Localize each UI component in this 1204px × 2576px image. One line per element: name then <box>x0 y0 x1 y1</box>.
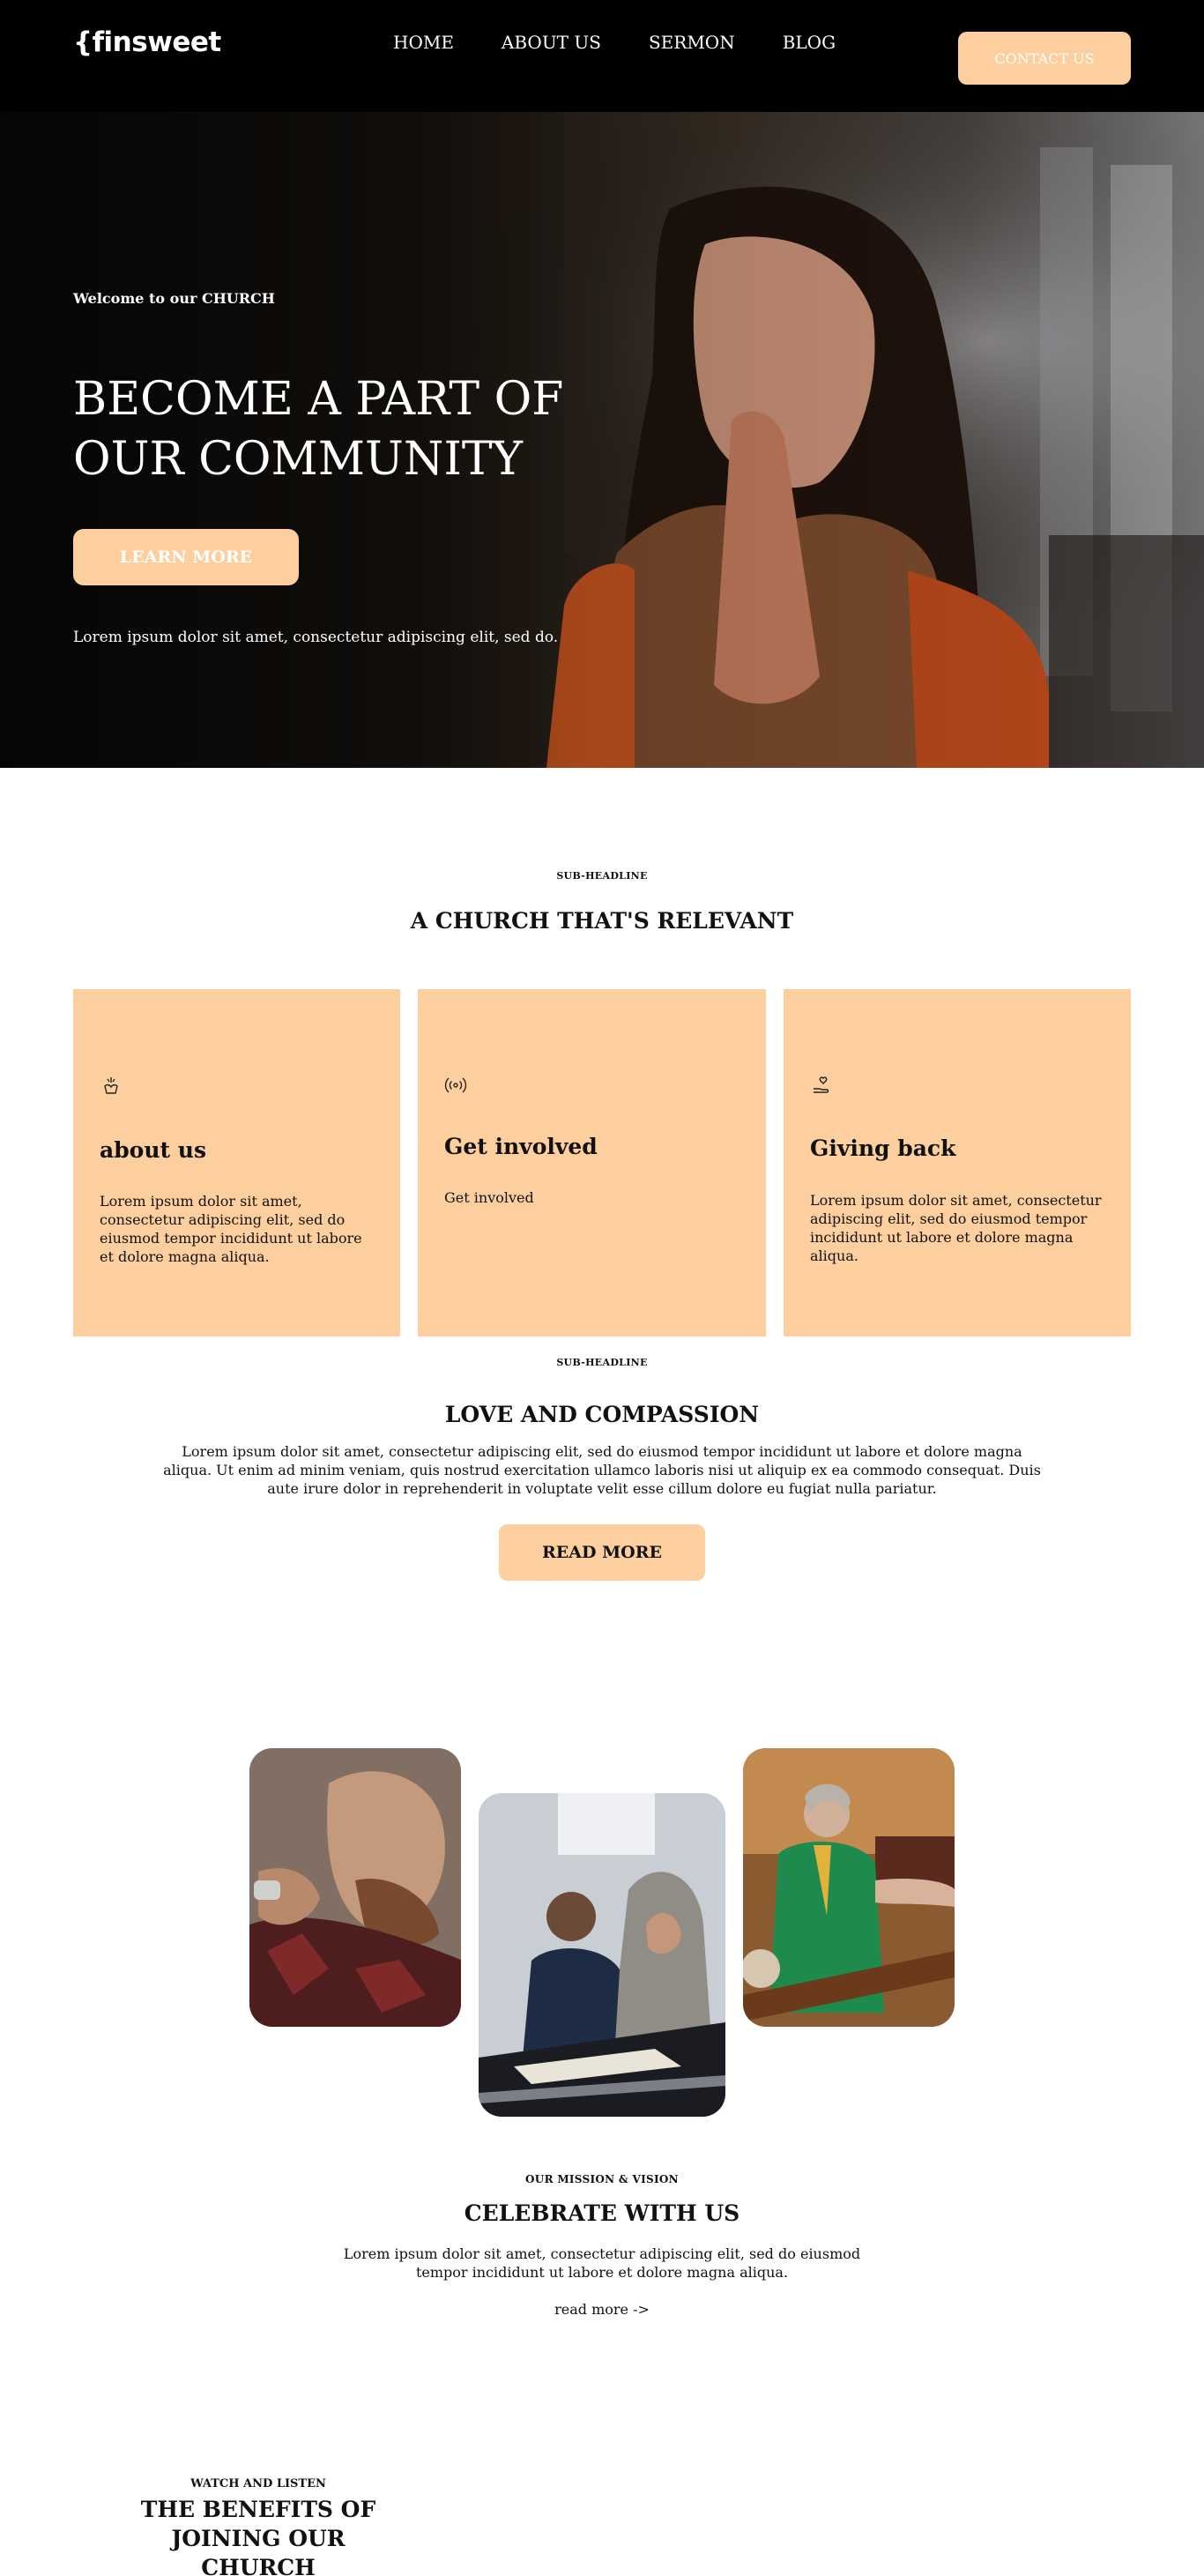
hero-section: Welcome to our CHURCH BECOME A PART OF O… <box>0 112 1204 768</box>
relevant-subheadline: SUB-HEADLINE <box>556 870 648 882</box>
card-giving-back[interactable]: Giving back Lorem ipsum dolor sit amet, … <box>784 989 1131 1336</box>
benefits-title-line2: JOINING OUR CHURCH <box>171 2526 346 2576</box>
hero-text: Lorem ipsum dolor sit amet, consectetur … <box>73 629 559 646</box>
contact-us-button[interactable]: CONTACT US <box>958 32 1131 85</box>
logo[interactable]: {finsweet <box>73 26 221 58</box>
hero-title: BECOME A PART OF OUR COMMUNITY <box>73 369 567 489</box>
mission-subheadline: OUR MISSION & VISION <box>525 2173 679 2185</box>
navbar: {finsweet HOME ABOUT US SERMON BLOG CONT… <box>0 0 1204 112</box>
card-text: Get involved <box>444 1189 534 1206</box>
love-subheadline: SUB-HEADLINE <box>556 1357 648 1368</box>
card-title: Giving back <box>810 1135 956 1161</box>
card-title: Get involved <box>444 1134 598 1159</box>
nav-link-home[interactable]: HOME <box>393 32 454 53</box>
praying-hands-icon <box>104 1077 118 1094</box>
pastor-image <box>743 1748 955 2027</box>
love-text: Lorem ipsum dolor sit amet, consectetur … <box>163 1443 1041 1497</box>
praying-man-image <box>249 1748 461 2027</box>
heart-hand-icon <box>814 1076 829 1093</box>
mission-title: CELEBRATE WITH US <box>464 2200 740 2226</box>
card-about-us[interactable]: about us Lorem ipsum dolor sit amet, con… <box>73 989 400 1336</box>
benefits-subheadline: WATCH AND LISTEN <box>190 2477 326 2490</box>
card-text: Lorem ipsum dolor sit amet, consectetur … <box>100 1193 362 1265</box>
hero-title-line2: OUR COMMUNITY <box>73 433 523 486</box>
hero-eyebrow: Welcome to our CHURCH <box>73 290 275 307</box>
nav-link-blog[interactable]: BLOG <box>783 32 836 53</box>
gallery-photo-pastor <box>743 1748 955 2027</box>
learn-more-button[interactable]: LEARN MORE <box>73 529 299 585</box>
read-more-button[interactable]: READ MORE <box>499 1524 705 1581</box>
worshippers-image <box>479 1793 725 2117</box>
benefits-title-line1: THE BENEFITS OF <box>140 2497 376 2522</box>
card-title: about us <box>100 1137 207 1163</box>
hero-title-line1: BECOME A PART OF <box>73 373 564 426</box>
card-text: Lorem ipsum dolor sit amet, consectetur … <box>810 1192 1102 1264</box>
nav-link-sermon[interactable]: SERMON <box>649 32 735 53</box>
gallery-photo-worshippers <box>479 1793 725 2117</box>
read-more-link[interactable]: read more -> <box>0 2301 1204 2318</box>
gallery-photo-praying-man <box>249 1748 461 2027</box>
nav-links: HOME ABOUT US SERMON BLOG <box>393 32 836 53</box>
nav-link-about-us[interactable]: ABOUT US <box>502 32 601 53</box>
benefits-title: THE BENEFITS OF JOINING OUR CHURCH <box>111 2495 405 2576</box>
card-get-involved[interactable]: Get involved Get involved <box>418 989 766 1336</box>
love-title: LOVE AND COMPASSION <box>444 1402 760 1427</box>
relevant-title: A CHURCH THAT'S RELEVANT <box>410 908 794 934</box>
broadcast-icon <box>444 1077 467 1093</box>
mission-text: Lorem ipsum dolor sit amet, consectetur … <box>343 2245 861 2281</box>
